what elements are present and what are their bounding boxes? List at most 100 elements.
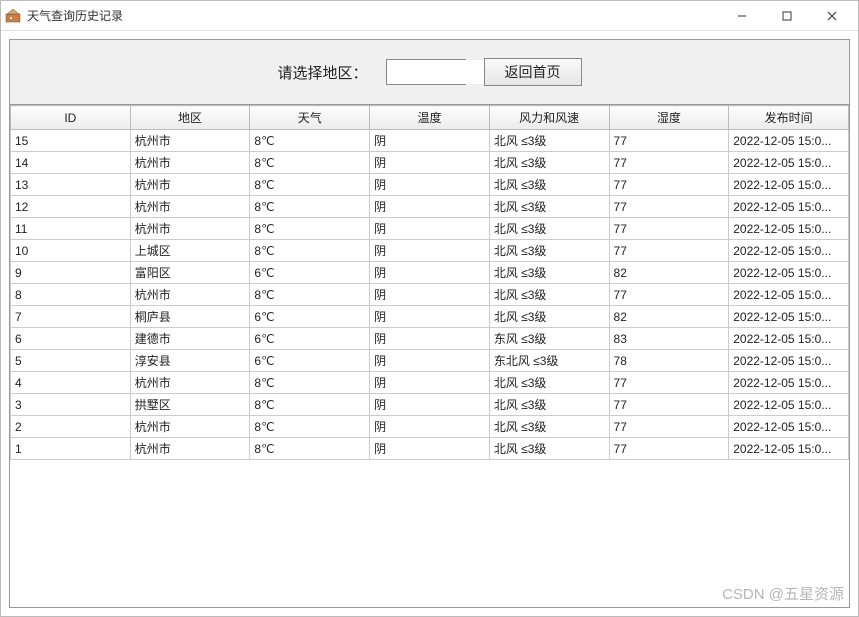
cell-region[interactable]: 上城区 [130, 240, 250, 262]
table-row[interactable]: 5淳安县6℃阴东北风 ≤3级782022-12-05 15:0... [11, 350, 849, 372]
cell-region[interactable]: 富阳区 [130, 262, 250, 284]
cell-wind[interactable]: 北风 ≤3级 [489, 152, 609, 174]
cell-weather[interactable]: 6℃ [250, 306, 370, 328]
col-region[interactable]: 地区 [130, 106, 250, 130]
table-row[interactable]: 2杭州市8℃阴北风 ≤3级772022-12-05 15:0... [11, 416, 849, 438]
cell-wind[interactable]: 北风 ≤3级 [489, 438, 609, 460]
cell-region[interactable]: 拱墅区 [130, 394, 250, 416]
cell-wind[interactable]: 北风 ≤3级 [489, 174, 609, 196]
cell-humidity[interactable]: 82 [609, 306, 729, 328]
cell-temp[interactable]: 阴 [370, 306, 490, 328]
cell-id[interactable]: 1 [11, 438, 131, 460]
cell-id[interactable]: 8 [11, 284, 131, 306]
cell-weather[interactable]: 6℃ [250, 328, 370, 350]
close-button[interactable] [809, 2, 854, 30]
cell-time[interactable]: 2022-12-05 15:0... [729, 240, 849, 262]
maximize-button[interactable] [764, 2, 809, 30]
cell-region[interactable]: 杭州市 [130, 196, 250, 218]
table-row[interactable]: 15杭州市8℃阴北风 ≤3级772022-12-05 15:0... [11, 130, 849, 152]
cell-humidity[interactable]: 83 [609, 328, 729, 350]
cell-humidity[interactable]: 82 [609, 262, 729, 284]
cell-id[interactable]: 3 [11, 394, 131, 416]
cell-weather[interactable]: 6℃ [250, 262, 370, 284]
cell-humidity[interactable]: 77 [609, 416, 729, 438]
cell-time[interactable]: 2022-12-05 15:0... [729, 328, 849, 350]
table-row[interactable]: 11杭州市8℃阴北风 ≤3级772022-12-05 15:0... [11, 218, 849, 240]
col-wind[interactable]: 风力和风速 [489, 106, 609, 130]
cell-wind[interactable]: 北风 ≤3级 [489, 372, 609, 394]
cell-weather[interactable]: 8℃ [250, 196, 370, 218]
cell-weather[interactable]: 8℃ [250, 240, 370, 262]
cell-temp[interactable]: 阴 [370, 372, 490, 394]
cell-time[interactable]: 2022-12-05 15:0... [729, 130, 849, 152]
cell-humidity[interactable]: 77 [609, 284, 729, 306]
cell-wind[interactable]: 北风 ≤3级 [489, 394, 609, 416]
cell-humidity[interactable]: 77 [609, 218, 729, 240]
cell-time[interactable]: 2022-12-05 15:0... [729, 284, 849, 306]
cell-temp[interactable]: 阴 [370, 262, 490, 284]
cell-time[interactable]: 2022-12-05 15:0... [729, 196, 849, 218]
cell-temp[interactable]: 阴 [370, 174, 490, 196]
cell-temp[interactable]: 阴 [370, 218, 490, 240]
cell-weather[interactable]: 8℃ [250, 438, 370, 460]
cell-id[interactable]: 10 [11, 240, 131, 262]
table-row[interactable]: 10上城区8℃阴北风 ≤3级772022-12-05 15:0... [11, 240, 849, 262]
col-weather[interactable]: 天气 [250, 106, 370, 130]
table-row[interactable]: 7桐庐县6℃阴北风 ≤3级822022-12-05 15:0... [11, 306, 849, 328]
cell-temp[interactable]: 阴 [370, 416, 490, 438]
cell-region[interactable]: 淳安县 [130, 350, 250, 372]
col-time[interactable]: 发布时间 [729, 106, 849, 130]
cell-region[interactable]: 杭州市 [130, 152, 250, 174]
cell-id[interactable]: 5 [11, 350, 131, 372]
cell-time[interactable]: 2022-12-05 15:0... [729, 438, 849, 460]
cell-temp[interactable]: 阴 [370, 328, 490, 350]
cell-id[interactable]: 4 [11, 372, 131, 394]
cell-weather[interactable]: 8℃ [250, 416, 370, 438]
table-row[interactable]: 9富阳区6℃阴北风 ≤3级822022-12-05 15:0... [11, 262, 849, 284]
cell-wind[interactable]: 北风 ≤3级 [489, 416, 609, 438]
cell-wind[interactable]: 北风 ≤3级 [489, 262, 609, 284]
minimize-button[interactable] [719, 2, 764, 30]
cell-temp[interactable]: 阴 [370, 196, 490, 218]
cell-region[interactable]: 建德市 [130, 328, 250, 350]
cell-region[interactable]: 桐庐县 [130, 306, 250, 328]
cell-weather[interactable]: 8℃ [250, 174, 370, 196]
cell-region[interactable]: 杭州市 [130, 416, 250, 438]
cell-region[interactable]: 杭州市 [130, 174, 250, 196]
cell-wind[interactable]: 北风 ≤3级 [489, 306, 609, 328]
cell-temp[interactable]: 阴 [370, 130, 490, 152]
cell-time[interactable]: 2022-12-05 15:0... [729, 394, 849, 416]
cell-time[interactable]: 2022-12-05 15:0... [729, 350, 849, 372]
table-row[interactable]: 4杭州市8℃阴北风 ≤3级772022-12-05 15:0... [11, 372, 849, 394]
cell-temp[interactable]: 阴 [370, 240, 490, 262]
table-row[interactable]: 13杭州市8℃阴北风 ≤3级772022-12-05 15:0... [11, 174, 849, 196]
cell-id[interactable]: 6 [11, 328, 131, 350]
cell-id[interactable]: 15 [11, 130, 131, 152]
cell-region[interactable]: 杭州市 [130, 218, 250, 240]
cell-id[interactable]: 7 [11, 306, 131, 328]
cell-time[interactable]: 2022-12-05 15:0... [729, 262, 849, 284]
cell-temp[interactable]: 阴 [370, 394, 490, 416]
cell-weather[interactable]: 8℃ [250, 152, 370, 174]
cell-time[interactable]: 2022-12-05 15:0... [729, 174, 849, 196]
cell-region[interactable]: 杭州市 [130, 438, 250, 460]
cell-id[interactable]: 9 [11, 262, 131, 284]
cell-region[interactable]: 杭州市 [130, 372, 250, 394]
col-id[interactable]: ID [11, 106, 131, 130]
cell-humidity[interactable]: 77 [609, 394, 729, 416]
cell-temp[interactable]: 阴 [370, 152, 490, 174]
cell-temp[interactable]: 阴 [370, 284, 490, 306]
cell-humidity[interactable]: 77 [609, 372, 729, 394]
cell-humidity[interactable]: 77 [609, 438, 729, 460]
cell-id[interactable]: 13 [11, 174, 131, 196]
cell-weather[interactable]: 6℃ [250, 350, 370, 372]
table-row[interactable]: 3拱墅区8℃阴北风 ≤3级772022-12-05 15:0... [11, 394, 849, 416]
cell-weather[interactable]: 8℃ [250, 372, 370, 394]
cell-wind[interactable]: 北风 ≤3级 [489, 240, 609, 262]
cell-humidity[interactable]: 77 [609, 240, 729, 262]
col-temp[interactable]: 温度 [370, 106, 490, 130]
cell-time[interactable]: 2022-12-05 15:0... [729, 372, 849, 394]
cell-weather[interactable]: 8℃ [250, 394, 370, 416]
back-home-button[interactable]: 返回首页 [484, 58, 582, 86]
cell-temp[interactable]: 阴 [370, 350, 490, 372]
